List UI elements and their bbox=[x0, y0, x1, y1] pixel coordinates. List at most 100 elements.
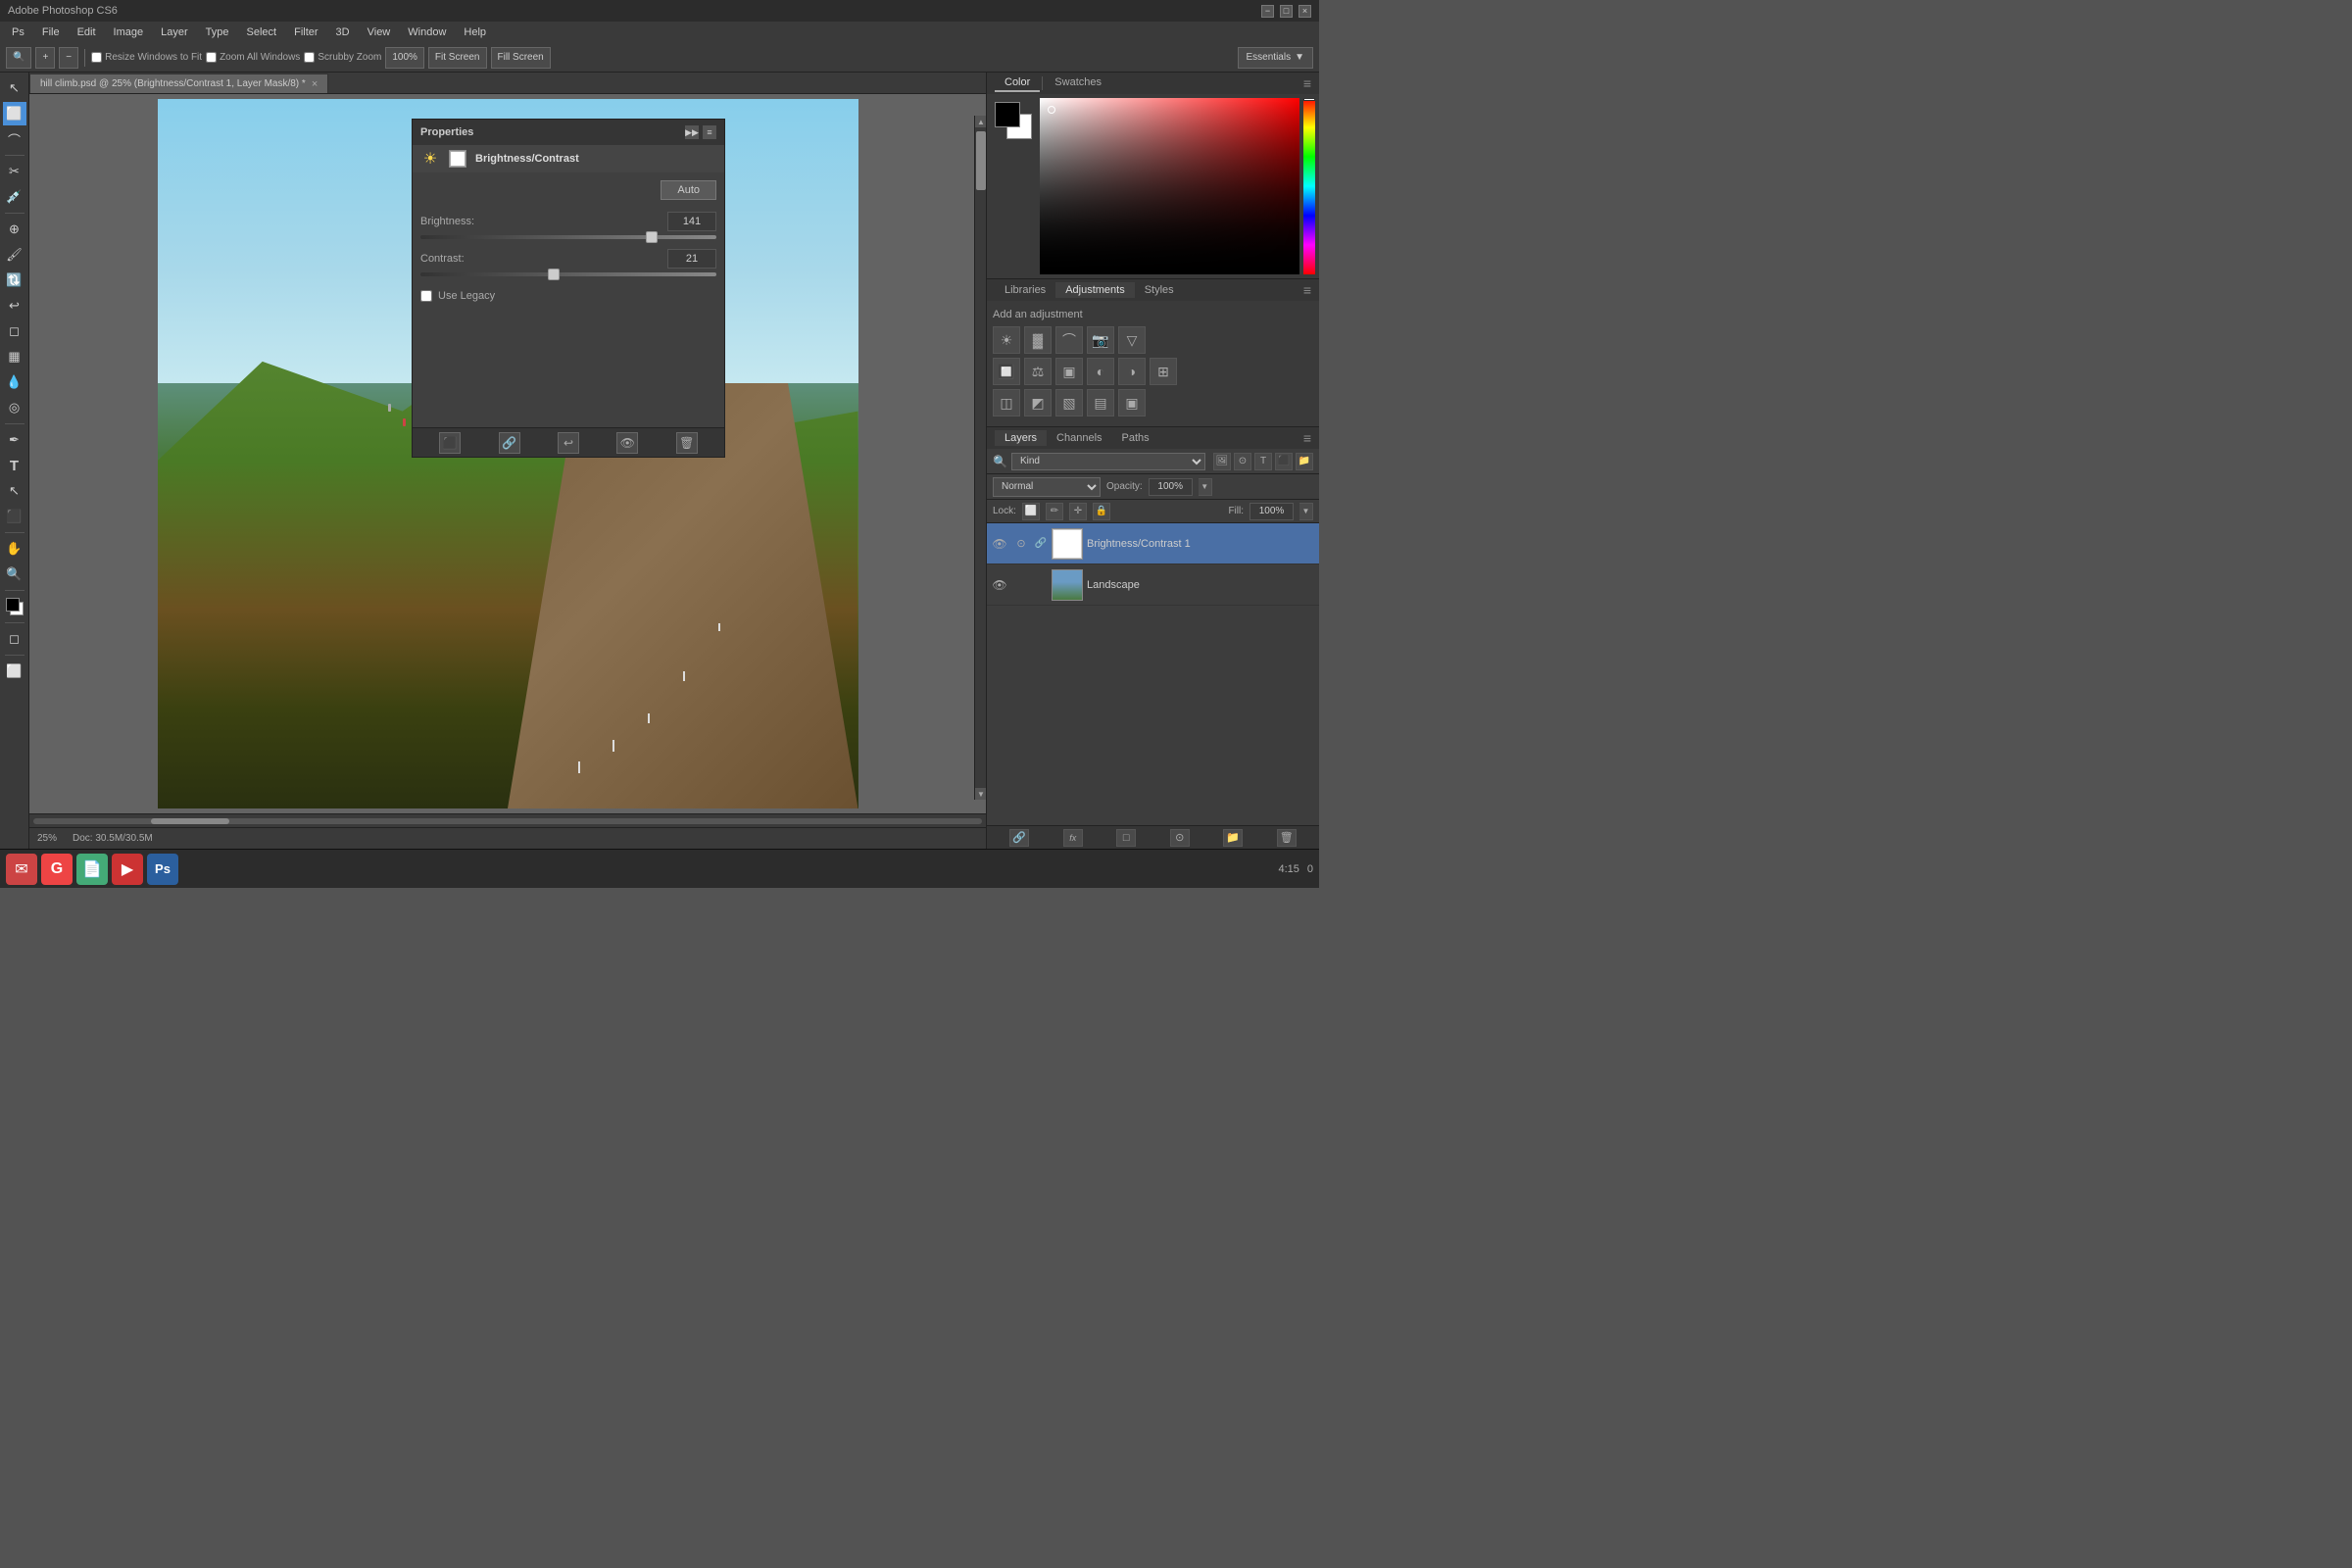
lock-position-button[interactable]: ✛ bbox=[1069, 503, 1087, 520]
contrast-value[interactable]: 21 bbox=[667, 249, 716, 269]
crop-tool[interactable]: ✂ bbox=[3, 160, 26, 183]
foreground-background-colors[interactable] bbox=[995, 102, 1032, 139]
color-balance-adj-icon[interactable]: ▣ bbox=[1055, 358, 1083, 385]
taskbar-gmail[interactable]: ✉ bbox=[6, 854, 37, 885]
selection-tool[interactable]: ⬜ bbox=[3, 102, 26, 125]
layers-adjustment-button[interactable]: ⊙ bbox=[1170, 829, 1190, 847]
close-button[interactable]: × bbox=[1298, 5, 1311, 18]
fill-dropdown-button[interactable]: ▼ bbox=[1299, 503, 1313, 520]
menu-window[interactable]: Window bbox=[400, 24, 454, 40]
scrubby-zoom-checkbox[interactable]: Scrubby Zoom bbox=[304, 52, 381, 63]
zoom-tool-options[interactable]: 🔍 bbox=[6, 47, 31, 69]
layer-row-brightness-contrast[interactable]: 👁 ⊙ 🔗 Brightness/Contrast 1 bbox=[987, 523, 1319, 564]
menu-image[interactable]: Image bbox=[106, 24, 152, 40]
foreground-color[interactable] bbox=[3, 595, 26, 618]
hand-tool[interactable]: ✋ bbox=[3, 537, 26, 561]
brightness-slider[interactable] bbox=[420, 235, 716, 239]
h-scroll-thumb[interactable] bbox=[151, 818, 229, 824]
layers-group-button[interactable]: 📁 bbox=[1223, 829, 1243, 847]
fit-screen-button[interactable]: Fit Screen bbox=[428, 47, 487, 69]
type-tool[interactable]: T bbox=[3, 454, 26, 477]
layer-kind-filter[interactable]: Kind bbox=[1011, 453, 1205, 470]
lock-image-button[interactable]: ✏ bbox=[1046, 503, 1063, 520]
fill-screen-button[interactable]: Fill Screen bbox=[491, 47, 551, 69]
props-clip-button[interactable]: ⬛ bbox=[439, 432, 461, 454]
props-delete-button[interactable]: 🗑 bbox=[676, 432, 698, 454]
blend-mode-dropdown[interactable]: Normal bbox=[993, 477, 1101, 497]
tab-swatches[interactable]: Swatches bbox=[1045, 74, 1111, 92]
channel-mixer-adj-icon[interactable]: ⊞ bbox=[1150, 358, 1177, 385]
taskbar-photoshop[interactable]: Ps bbox=[147, 854, 178, 885]
move-tool[interactable]: ↖ bbox=[3, 76, 26, 100]
hue-slider[interactable] bbox=[1303, 98, 1315, 274]
exposure-adj-icon[interactable]: 📷 bbox=[1087, 326, 1114, 354]
taskbar-docs[interactable]: 📄 bbox=[76, 854, 108, 885]
brush-tool[interactable]: 🖌 bbox=[3, 243, 26, 267]
brightness-slider-thumb[interactable] bbox=[646, 231, 658, 243]
menu-select[interactable]: Select bbox=[239, 24, 285, 40]
maximize-button[interactable]: □ bbox=[1280, 5, 1293, 18]
use-legacy-checkbox[interactable] bbox=[420, 290, 432, 302]
tab-styles[interactable]: Styles bbox=[1135, 282, 1184, 298]
color-panel-options[interactable]: ≡ bbox=[1303, 75, 1311, 91]
canvas-v-scrollbar[interactable]: ▲ ▼ bbox=[974, 116, 986, 800]
gradient-map-adj-icon[interactable]: ▤ bbox=[1087, 389, 1114, 416]
zoom-all-windows-checkbox[interactable]: Zoom All Windows bbox=[206, 52, 300, 63]
lock-all-button[interactable]: 🔒 bbox=[1093, 503, 1110, 520]
filter-type-button[interactable]: T bbox=[1254, 453, 1272, 470]
zoom-in-button[interactable]: + bbox=[35, 47, 55, 69]
history-brush-tool[interactable]: ↩ bbox=[3, 294, 26, 318]
taskbar-google[interactable]: G bbox=[41, 854, 73, 885]
essentials-dropdown[interactable]: Essentials ▼ bbox=[1238, 47, 1313, 69]
zoom-out-button[interactable]: − bbox=[59, 47, 78, 69]
layer-visibility-brightness[interactable]: 👁 bbox=[991, 535, 1008, 553]
props-link-button[interactable]: 🔗 bbox=[499, 432, 520, 454]
scroll-up-arrow[interactable]: ▲ bbox=[975, 116, 986, 127]
scroll-down-arrow[interactable]: ▼ bbox=[975, 788, 986, 800]
menu-3d[interactable]: 3D bbox=[328, 24, 358, 40]
canvas-h-scrollbar[interactable] bbox=[29, 813, 986, 827]
props-visibility-button[interactable]: 👁 bbox=[616, 432, 638, 454]
lasso-tool[interactable]: ⌒ bbox=[3, 127, 26, 151]
opacity-value[interactable]: 100% bbox=[1149, 478, 1193, 496]
layers-delete-button[interactable]: 🗑 bbox=[1277, 829, 1297, 847]
opacity-dropdown-button[interactable]: ▼ bbox=[1199, 478, 1212, 496]
properties-expand-button[interactable]: ▶▶ bbox=[685, 125, 699, 139]
tab-channels[interactable]: Channels bbox=[1047, 430, 1111, 446]
layer-row-landscape[interactable]: 👁 Landscape bbox=[987, 564, 1319, 606]
adjustments-menu-button[interactable]: ≡ bbox=[1303, 282, 1311, 298]
quick-mask-tool[interactable]: ◻ bbox=[3, 627, 26, 651]
black-white-adj-icon[interactable]: ◐ bbox=[1087, 358, 1114, 385]
threshold-adj-icon[interactable]: ▧ bbox=[1055, 389, 1083, 416]
color-spectrum[interactable] bbox=[1040, 98, 1299, 274]
contrast-slider[interactable] bbox=[420, 272, 716, 276]
menu-layer[interactable]: Layer bbox=[153, 24, 196, 40]
layer-link-brightness[interactable]: 🔗 bbox=[1034, 537, 1048, 551]
levels-adj-icon[interactable]: ▓ bbox=[1024, 326, 1052, 354]
filter-pixel-button[interactable]: 🖼 bbox=[1213, 453, 1231, 470]
filter-adjustment-button[interactable]: ⊙ bbox=[1234, 453, 1251, 470]
path-selection-tool[interactable]: ↖ bbox=[3, 479, 26, 503]
layers-menu-button[interactable]: ≡ bbox=[1303, 430, 1311, 446]
filter-shape-button[interactable]: ⬛ bbox=[1275, 453, 1293, 470]
shape-tool[interactable]: ⬛ bbox=[3, 505, 26, 528]
layers-mask-button[interactable]: □ bbox=[1116, 829, 1136, 847]
photo-filter-adj-icon[interactable]: ◑ bbox=[1118, 358, 1146, 385]
document-tab[interactable]: hill climb.psd @ 25% (Brightness/Contras… bbox=[29, 74, 328, 93]
blur-tool[interactable]: 💧 bbox=[3, 370, 26, 394]
gradient-tool[interactable]: ▦ bbox=[3, 345, 26, 368]
brightness-contrast-adj-icon[interactable]: ☀ bbox=[993, 326, 1020, 354]
tab-color[interactable]: Color bbox=[995, 74, 1040, 92]
auto-button[interactable]: Auto bbox=[661, 180, 716, 200]
tab-close-button[interactable]: × bbox=[312, 78, 318, 90]
posterize-adj-icon[interactable]: ▽ bbox=[1118, 326, 1146, 354]
layer-visibility-landscape[interactable]: 👁 bbox=[991, 576, 1008, 594]
props-reset-button[interactable]: ↩ bbox=[558, 432, 579, 454]
tab-layers[interactable]: Layers bbox=[995, 430, 1047, 446]
menu-ps[interactable]: Ps bbox=[4, 24, 32, 40]
menu-type[interactable]: Type bbox=[198, 24, 237, 40]
pen-tool[interactable]: ✒ bbox=[3, 428, 26, 452]
layers-link-button[interactable]: 🔗 bbox=[1009, 829, 1029, 847]
menu-view[interactable]: View bbox=[360, 24, 399, 40]
dodge-tool[interactable]: ◎ bbox=[3, 396, 26, 419]
